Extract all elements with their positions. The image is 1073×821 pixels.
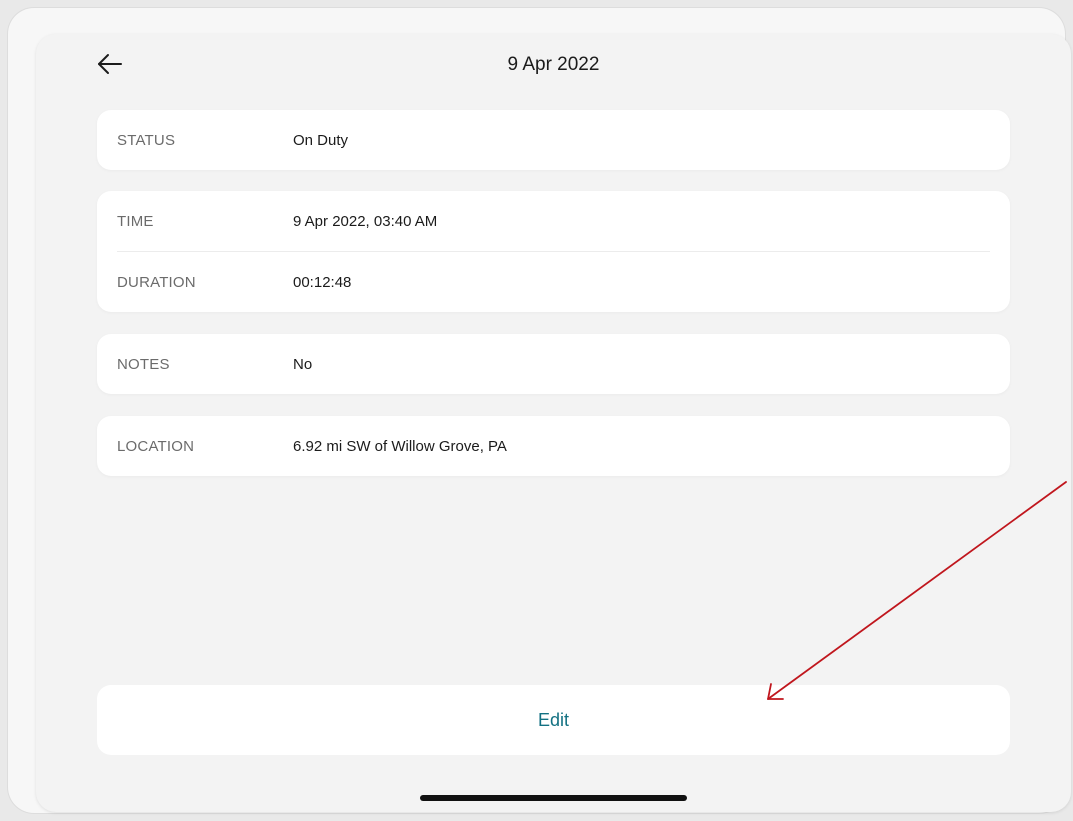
location-value: 6.92 mi SW of Willow Grove, PA xyxy=(293,437,507,455)
status-value: On Duty xyxy=(293,131,349,149)
status-label: STATUS xyxy=(117,131,176,149)
device-frame: 9 Apr 2022 STATUS On Duty TIME 9 Apr 202… xyxy=(8,8,1071,813)
home-indicator[interactable] xyxy=(420,795,687,801)
time-row: TIME 9 Apr 2022, 03:40 AM xyxy=(97,191,1010,251)
location-card: LOCATION 6.92 mi SW of Willow Grove, PA xyxy=(97,416,1010,476)
detail-screen: 9 Apr 2022 STATUS On Duty TIME 9 Apr 202… xyxy=(36,34,1071,812)
page-title: 9 Apr 2022 xyxy=(507,54,600,75)
time-label: TIME xyxy=(117,212,154,230)
status-row: STATUS On Duty xyxy=(97,110,1010,170)
duration-row: DURATION 00:12:48 xyxy=(97,252,1010,312)
status-card: STATUS On Duty xyxy=(97,110,1010,170)
header: 9 Apr 2022 xyxy=(36,34,1071,98)
location-row: LOCATION 6.92 mi SW of Willow Grove, PA xyxy=(97,416,1010,476)
location-label: LOCATION xyxy=(117,437,195,455)
duration-label: DURATION xyxy=(117,273,196,291)
time-value: 9 Apr 2022, 03:40 AM xyxy=(293,212,438,230)
edit-button[interactable]: Edit xyxy=(97,685,1010,755)
duration-value: 00:12:48 xyxy=(293,273,352,291)
notes-label: NOTES xyxy=(117,355,170,373)
time-card: TIME 9 Apr 2022, 03:40 AM DURATION 00:12… xyxy=(97,191,1010,312)
notes-card: NOTES No xyxy=(97,334,1010,394)
notes-value: No xyxy=(293,355,313,373)
notes-row: NOTES No xyxy=(97,334,1010,394)
